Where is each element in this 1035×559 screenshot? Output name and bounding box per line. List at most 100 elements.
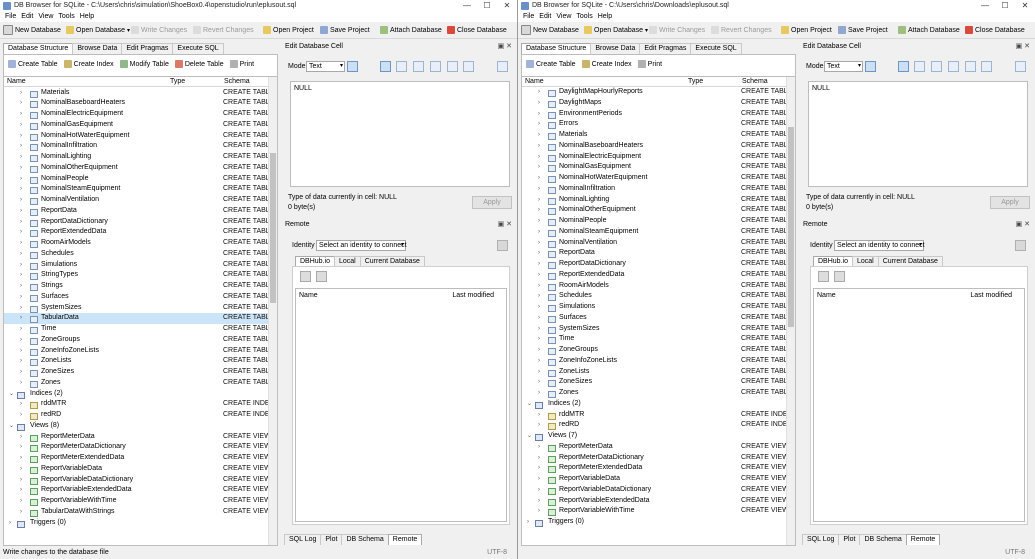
delete-table-button[interactable]: Delete Table [174, 59, 224, 71]
expand-arrow-icon[interactable]: › [538, 463, 540, 474]
expand-arrow-icon[interactable]: › [538, 485, 540, 496]
expand-arrow-icon[interactable]: › [538, 345, 540, 356]
scrollbar-thumb[interactable] [788, 127, 794, 327]
new-database-button[interactable]: New Database [3, 25, 61, 37]
tree-row[interactable]: › ReportVariableData CREATE VIEW [4, 464, 269, 475]
auto-format-icon[interactable] [347, 61, 358, 72]
tab-plot[interactable]: Plot [320, 534, 343, 545]
tree-row[interactable]: › ReportExtendedData CREATE TABLE [522, 270, 787, 281]
create-table-button[interactable]: Create Table [526, 59, 576, 71]
expand-arrow-icon[interactable]: › [20, 378, 22, 389]
tree-row[interactable]: › ZoneGroups CREATE TABLE [4, 335, 269, 346]
tree-row[interactable]: › Zones CREATE TABLE [4, 378, 269, 389]
tree-row[interactable]: › NominalSteamEquipment CREATE TABLE [4, 184, 269, 195]
remote-column-modified[interactable]: Last modified [452, 292, 494, 299]
export-icon[interactable] [948, 61, 959, 72]
write-changes-button[interactable]: Write Changes [131, 25, 187, 37]
tree-row[interactable]: › NominalLighting CREATE TABLE [522, 195, 787, 206]
tree-row[interactable]: › ReportVariableExtendedData CREATE VIEW [522, 496, 787, 507]
tree-row[interactable]: › rddMTR CREATE INDEX [522, 410, 787, 421]
tree-row[interactable]: › NominalBaseboardHeaters CREATE TABLE [4, 98, 269, 109]
menu-edit[interactable]: Edit [21, 12, 33, 22]
text-view-icon[interactable] [380, 61, 391, 72]
expand-arrow-icon[interactable]: › [538, 141, 540, 152]
tree-row[interactable]: › EnvironmentPeriods CREATE TABLE [522, 109, 787, 120]
expand-arrow-icon[interactable]: › [20, 174, 22, 185]
tree-row[interactable]: › Strings CREATE TABLE [4, 281, 269, 292]
dock-buttons[interactable]: ▣ ✕ [498, 42, 512, 52]
mode-select[interactable]: Text ▾ [824, 61, 863, 72]
tree-row[interactable]: › NominalInfiltration CREATE TABLE [4, 141, 269, 152]
expand-arrow-icon[interactable]: › [20, 292, 22, 303]
expand-arrow-icon[interactable]: › [20, 227, 22, 238]
expand-arrow-icon[interactable]: › [20, 152, 22, 163]
menu-tools[interactable]: Tools [58, 12, 74, 22]
refresh-icon[interactable] [300, 271, 311, 282]
export-icon[interactable] [430, 61, 441, 72]
print-button[interactable]: Print [637, 59, 662, 71]
expand-arrow-icon[interactable]: › [538, 506, 540, 517]
attach-database-button[interactable]: Attach Database [380, 25, 442, 37]
dock-buttons[interactable]: ▣ ✕ [498, 220, 512, 230]
expand-arrow-icon[interactable]: › [538, 496, 540, 507]
tab-edit-pragmas[interactable]: Edit Pragmas [121, 43, 174, 54]
expand-arrow-icon[interactable]: › [538, 302, 540, 313]
dock-buttons[interactable]: ▣ ✕ [1016, 220, 1030, 230]
maximize-icon[interactable]: ☐ [995, 0, 1015, 12]
cell-editor[interactable]: NULL [808, 81, 1028, 187]
tree-row[interactable]: › Materials CREATE TABLE [522, 130, 787, 141]
save-project-button[interactable]: Save Project [838, 25, 888, 37]
expand-arrow-icon[interactable]: › [538, 377, 540, 388]
dock-buttons[interactable]: ▣ ✕ [1016, 42, 1030, 52]
auto-format-icon[interactable] [865, 61, 876, 72]
maximize-icon[interactable]: ☐ [477, 0, 497, 12]
tree-group-row[interactable]: › Triggers (0) [4, 518, 269, 529]
tree-row[interactable]: › NominalElectricEquipment CREATE TABLE [4, 109, 269, 120]
tree-row[interactable]: › NominalVentilation CREATE TABLE [522, 238, 787, 249]
expand-arrow-icon[interactable]: › [538, 98, 540, 109]
minimize-icon[interactable]: — [457, 0, 477, 12]
tree-row[interactable]: › DaylightMaps CREATE TABLE [522, 98, 787, 109]
tree-row[interactable]: › ZoneSizes CREATE TABLE [4, 367, 269, 378]
expand-arrow-icon[interactable]: › [20, 131, 22, 142]
expand-arrow-icon[interactable]: › [538, 184, 540, 195]
expand-arrow-icon[interactable]: › [538, 388, 540, 399]
tree-row[interactable]: › NominalOtherEquipment CREATE TABLE [4, 163, 269, 174]
tree-row[interactable]: › NominalGasEquipment CREATE TABLE [522, 162, 787, 173]
tab-sql-log[interactable]: SQL Log [802, 534, 840, 545]
collapse-arrow-icon[interactable]: ⌄ [9, 389, 14, 400]
mode-select[interactable]: Text ▾ [306, 61, 345, 72]
tree-row[interactable]: › ReportMeterExtendedData CREATE VIEW [4, 453, 269, 464]
tree-row[interactable]: › ReportVariableExtendedData CREATE VIEW [4, 485, 269, 496]
print-button[interactable]: Print [229, 59, 254, 71]
expand-arrow-icon[interactable]: › [538, 281, 540, 292]
expand-arrow-icon[interactable]: › [538, 87, 540, 98]
tree-row[interactable]: › Surfaces CREATE TABLE [522, 313, 787, 324]
tree-group-row[interactable]: › Triggers (0) [522, 517, 787, 528]
attach-database-button[interactable]: Attach Database [898, 25, 960, 37]
tree-group-row[interactable]: ⌄ Views (7) [522, 431, 787, 442]
tree-group-row[interactable]: ⌄ Indices (2) [4, 389, 269, 400]
expand-arrow-icon[interactable]: › [538, 291, 540, 302]
expand-arrow-icon[interactable]: › [20, 346, 22, 357]
tree-row[interactable]: › NominalOtherEquipment CREATE TABLE [522, 205, 787, 216]
minimize-icon[interactable]: — [975, 0, 995, 12]
tab-db-schema[interactable]: DB Schema [859, 534, 907, 545]
expand-arrow-icon[interactable]: › [20, 109, 22, 120]
tree-row[interactable]: › Time CREATE TABLE [4, 324, 269, 335]
column-type[interactable]: Type [170, 78, 185, 85]
expand-arrow-icon[interactable]: › [20, 442, 22, 453]
open-database-button[interactable]: Open Database ▾ [584, 25, 648, 37]
tree-row[interactable]: › ReportVariableWithTime CREATE VIEW [522, 506, 787, 517]
tab-browse-data[interactable]: Browse Data [72, 43, 123, 54]
expand-arrow-icon[interactable]: › [538, 162, 540, 173]
tree-row[interactable]: › ZoneLists CREATE TABLE [4, 356, 269, 367]
expand-arrow-icon[interactable]: › [20, 485, 22, 496]
tree-row[interactable]: › ReportVariableData CREATE VIEW [522, 474, 787, 485]
expand-arrow-icon[interactable]: › [20, 453, 22, 464]
expand-arrow-icon[interactable]: › [538, 205, 540, 216]
tab-browse-data[interactable]: Browse Data [590, 43, 641, 54]
expand-arrow-icon[interactable]: › [20, 303, 22, 314]
expand-arrow-icon[interactable]: › [20, 324, 22, 335]
tree-row[interactable]: › NominalHotWaterEquipment CREATE TABLE [4, 131, 269, 142]
